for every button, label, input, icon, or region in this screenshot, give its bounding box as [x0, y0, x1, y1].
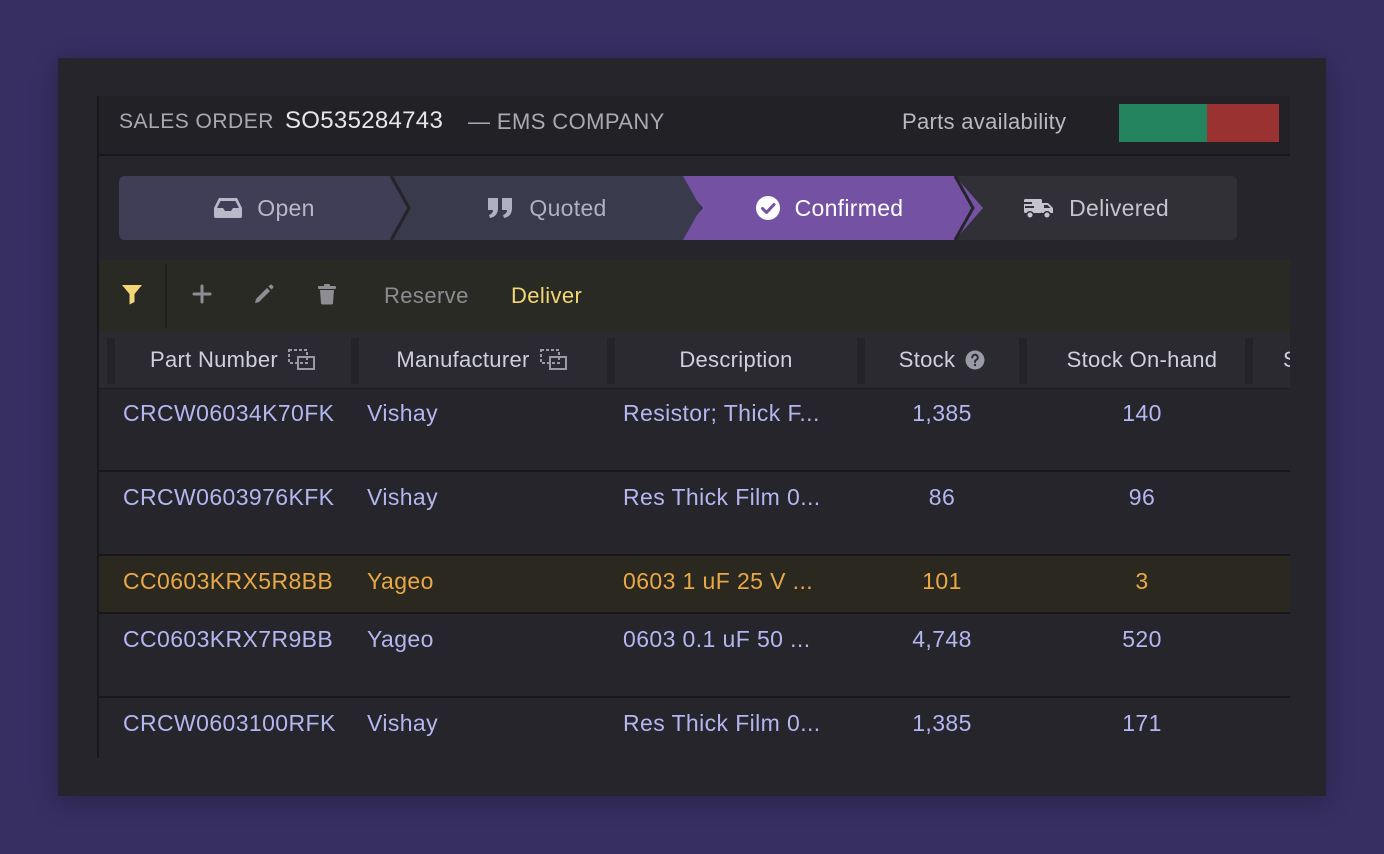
- sales-order-number: SO535284743: [285, 107, 444, 134]
- table-row[interactable]: CRCW0603976KFK Vishay Res Thick Film 0..…: [99, 472, 1290, 556]
- trash-icon: [317, 283, 337, 310]
- stock-cell: 4,748: [912, 626, 972, 652]
- plus-icon: [192, 284, 212, 309]
- column-select-icon[interactable]: [288, 349, 316, 371]
- column-next[interactable]: S: [1283, 332, 1290, 388]
- stock-cell: 101: [922, 568, 962, 594]
- deliver-button[interactable]: Deliver: [511, 283, 582, 309]
- sales-order-card: SALES ORDER SO535284743 — EMS COMPANY Pa…: [97, 96, 1290, 758]
- table-header: Part Number Manufacturer Description Sto…: [99, 332, 1290, 389]
- step-label: Quoted: [529, 194, 607, 221]
- description-cell: 0603 1 uF 25 V ...: [623, 568, 814, 594]
- part-number-cell[interactable]: CRCW0603976KFK: [123, 484, 359, 511]
- manufacturer-cell: Vishay: [367, 484, 439, 510]
- stock-onhand-cell: 520: [1122, 626, 1162, 652]
- step-label: Delivered: [1069, 194, 1169, 221]
- column-divider: [107, 338, 115, 384]
- step-delivered[interactable]: Delivered: [955, 176, 1237, 240]
- column-label: Part Number: [149, 347, 278, 372]
- manufacturer-cell: Vishay: [367, 710, 439, 736]
- description-cell: Res Thick Film 0...: [623, 484, 821, 510]
- description-cell: Resistor; Thick F...: [623, 400, 820, 426]
- availability-missing-segment: [1207, 104, 1279, 142]
- status-stepper: Delivered Confirmed Quoted Open: [119, 176, 1237, 240]
- sales-order-label: SALES ORDER: [119, 110, 274, 133]
- edit-button[interactable]: [250, 282, 278, 310]
- delete-button[interactable]: [313, 282, 341, 310]
- check-circle-icon: [755, 195, 781, 221]
- parts-table-body: CRCW06034K70FK Vishay Resistor; Thick F.…: [99, 388, 1290, 758]
- table-row[interactable]: CC0603KRX7R9BB Yageo 0603 0.1 uF 50 ... …: [99, 614, 1290, 698]
- step-open[interactable]: Open: [119, 176, 409, 240]
- company-name: — EMS COMPANY: [468, 109, 665, 134]
- stock-onhand-cell: 96: [1128, 484, 1156, 510]
- inbox-icon: [213, 196, 243, 220]
- toolbar-divider: [165, 264, 167, 328]
- column-select-icon[interactable]: [539, 349, 568, 371]
- stock-onhand-cell: 3: [1135, 568, 1149, 594]
- step-quoted[interactable]: Quoted: [393, 176, 701, 240]
- column-stock-onhand[interactable]: Stock On-hand: [1027, 332, 1257, 388]
- column-label: Stock: [898, 347, 956, 372]
- stock-cell: 86: [928, 484, 956, 510]
- manufacturer-cell: Yageo: [367, 568, 434, 594]
- availability-available-segment: [1119, 104, 1207, 142]
- truck-icon: [1023, 196, 1055, 220]
- stock-onhand-cell: 140: [1122, 400, 1162, 426]
- step-label: Confirmed: [794, 194, 904, 221]
- parts-availability-bar: [1119, 104, 1279, 142]
- sales-order-panel: SALES ORDER SO535284743 — EMS COMPANY Pa…: [58, 58, 1326, 796]
- stock-onhand-cell: 171: [1122, 710, 1162, 736]
- column-divider: [607, 338, 615, 384]
- table-row[interactable]: CRCW0603100RFK Vishay Res Thick Film 0..…: [99, 698, 1290, 758]
- table-row-highlighted[interactable]: CC0603KRX5R8BB Yageo 0603 1 uF 25 V ... …: [99, 556, 1290, 614]
- description-cell: 0603 0.1 uF 50 ...: [623, 626, 811, 652]
- reserve-button[interactable]: Reserve: [384, 283, 469, 309]
- column-divider: [857, 338, 865, 384]
- part-number-cell[interactable]: CC0603KRX5R8BB: [123, 568, 359, 595]
- step-confirmed[interactable]: Confirmed: [675, 176, 983, 240]
- manufacturer-cell: Yageo: [367, 626, 434, 652]
- part-number-cell[interactable]: CC0603KRX7R9BB: [123, 626, 359, 653]
- step-divider: [389, 176, 411, 240]
- add-button[interactable]: [188, 282, 216, 310]
- table-row[interactable]: CRCW06034K70FK Vishay Resistor; Thick F.…: [99, 388, 1290, 472]
- part-number-cell[interactable]: CRCW06034K70FK: [123, 400, 359, 427]
- column-stock[interactable]: Stock: [865, 332, 1019, 388]
- column-part-number[interactable]: Part Number: [115, 332, 351, 388]
- description-cell: Res Thick Film 0...: [623, 710, 821, 736]
- column-label: S: [1283, 347, 1290, 373]
- stock-cell: 1,385: [912, 710, 972, 736]
- manufacturer-cell: Vishay: [367, 400, 439, 426]
- column-label: Description: [679, 347, 793, 372]
- step-label: Open: [257, 194, 315, 221]
- order-header: SALES ORDER SO535284743 — EMS COMPANY Pa…: [99, 96, 1290, 156]
- pencil-icon: [253, 283, 275, 310]
- column-manufacturer[interactable]: Manufacturer: [359, 332, 605, 388]
- part-number-cell[interactable]: CRCW0603100RFK: [123, 710, 359, 737]
- filter-button[interactable]: [99, 260, 165, 332]
- action-toolbar: Reserve Deliver: [99, 260, 1290, 332]
- column-label: Stock On-hand: [1066, 347, 1218, 372]
- column-label: Manufacturer: [396, 347, 530, 372]
- column-divider: [1019, 338, 1027, 384]
- column-divider: [351, 338, 359, 384]
- quote-icon: [487, 196, 515, 220]
- filter-icon: [121, 283, 143, 310]
- column-divider: [1245, 338, 1253, 384]
- stock-cell: 1,385: [912, 400, 972, 426]
- parts-availability-label: Parts availability: [902, 109, 1067, 134]
- step-divider: [953, 176, 975, 240]
- help-icon[interactable]: [965, 350, 985, 370]
- column-description[interactable]: Description: [615, 332, 857, 388]
